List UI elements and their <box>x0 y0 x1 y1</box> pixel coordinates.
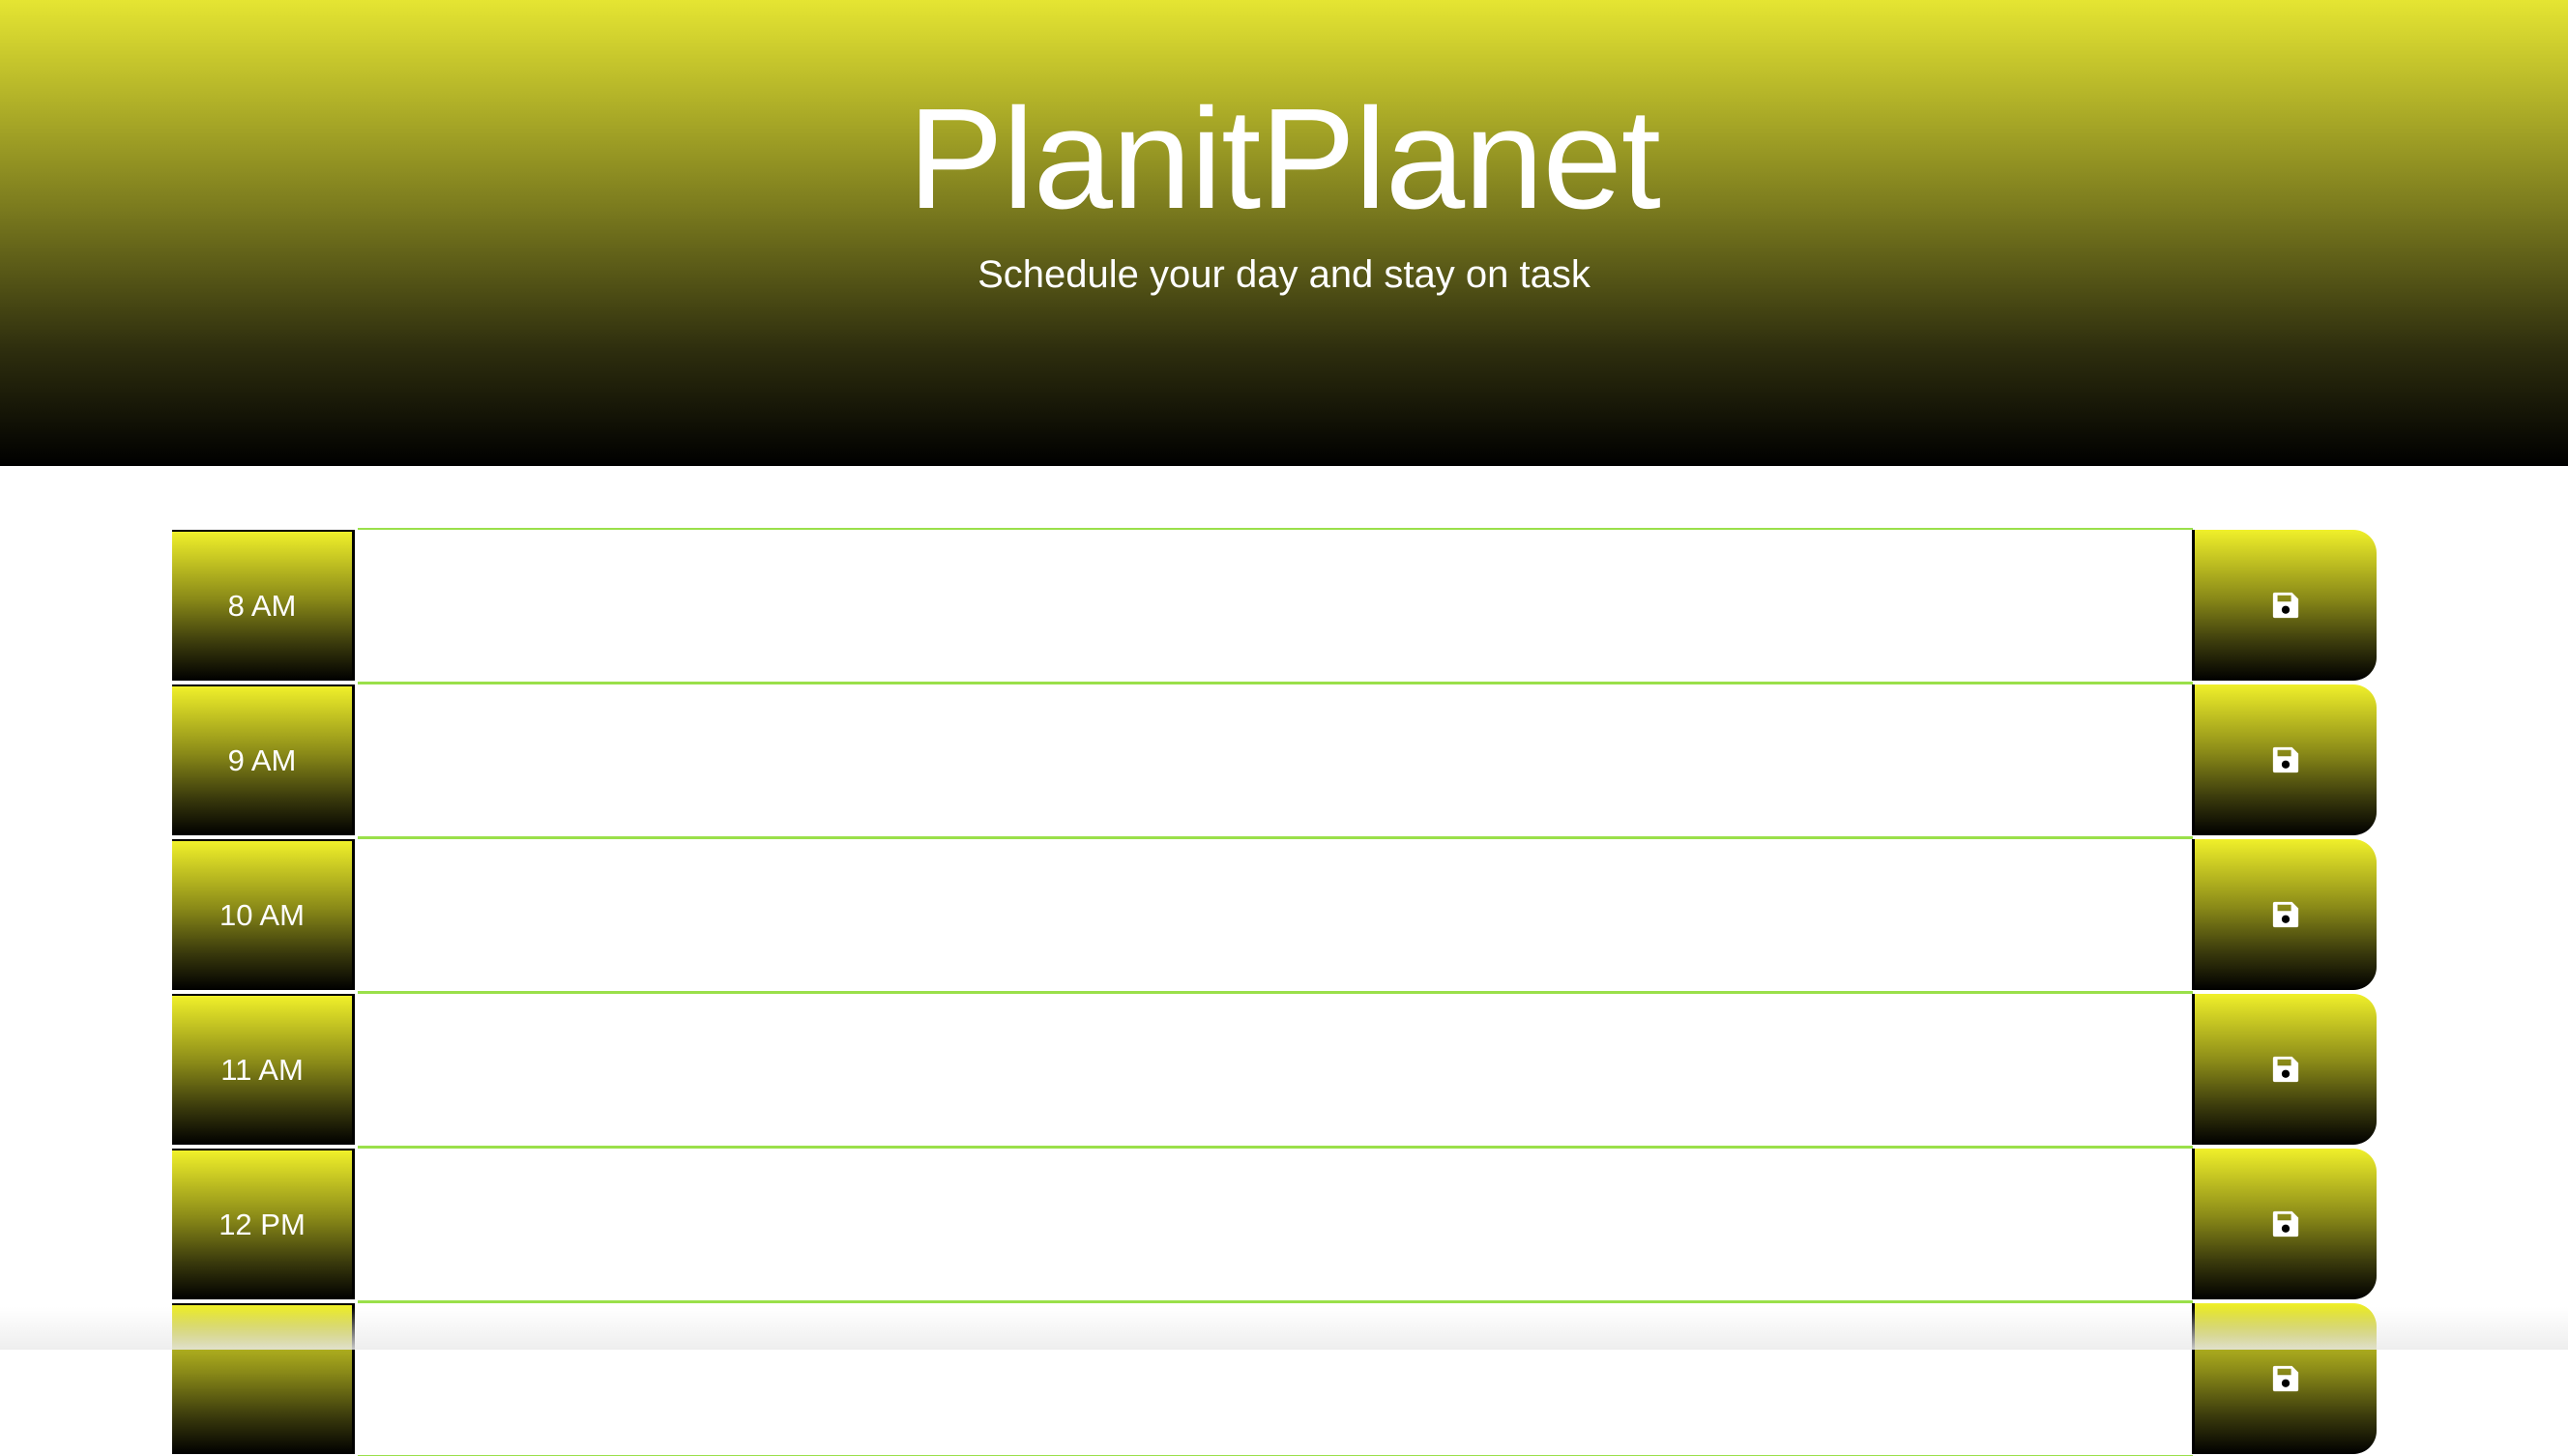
save-button[interactable] <box>2192 839 2377 990</box>
floppy-disk-icon <box>2272 1365 2299 1392</box>
description-input[interactable] <box>358 1147 2193 1301</box>
floppy-disk-icon <box>2272 746 2299 773</box>
schedule-container: 8 AM 9 AM 10 AM 11 AM 12 PM <box>172 528 2377 1456</box>
floppy-disk-icon <box>2272 1210 2299 1238</box>
save-button[interactable] <box>2192 1303 2377 1454</box>
hour-label <box>172 1303 355 1454</box>
floppy-disk-icon <box>2272 901 2299 928</box>
hour-label: 9 AM <box>172 684 355 835</box>
description-input[interactable] <box>358 683 2193 837</box>
app-subtitle: Schedule your day and stay on task <box>978 253 1590 296</box>
time-block: 9 AM <box>172 683 2377 837</box>
floppy-disk-icon <box>2272 592 2299 619</box>
description-input[interactable] <box>358 528 2193 683</box>
time-block: 8 AM <box>172 528 2377 683</box>
hour-label: 11 AM <box>172 994 355 1145</box>
header-jumbotron: PlanitPlanet Schedule your day and stay … <box>0 0 2568 466</box>
hour-label: 12 PM <box>172 1149 355 1299</box>
time-block: 11 AM <box>172 992 2377 1147</box>
hour-label: 10 AM <box>172 839 355 990</box>
description-input[interactable] <box>358 992 2193 1147</box>
hour-label: 8 AM <box>172 530 355 681</box>
save-button[interactable] <box>2192 994 2377 1145</box>
app-title: PlanitPlanet <box>908 79 1661 239</box>
time-block <box>172 1301 2377 1456</box>
description-input[interactable] <box>358 1301 2193 1456</box>
time-block: 12 PM <box>172 1147 2377 1301</box>
floppy-disk-icon <box>2272 1056 2299 1083</box>
save-button[interactable] <box>2192 684 2377 835</box>
description-input[interactable] <box>358 837 2193 992</box>
save-button[interactable] <box>2192 1149 2377 1299</box>
save-button[interactable] <box>2192 530 2377 681</box>
time-block: 10 AM <box>172 837 2377 992</box>
